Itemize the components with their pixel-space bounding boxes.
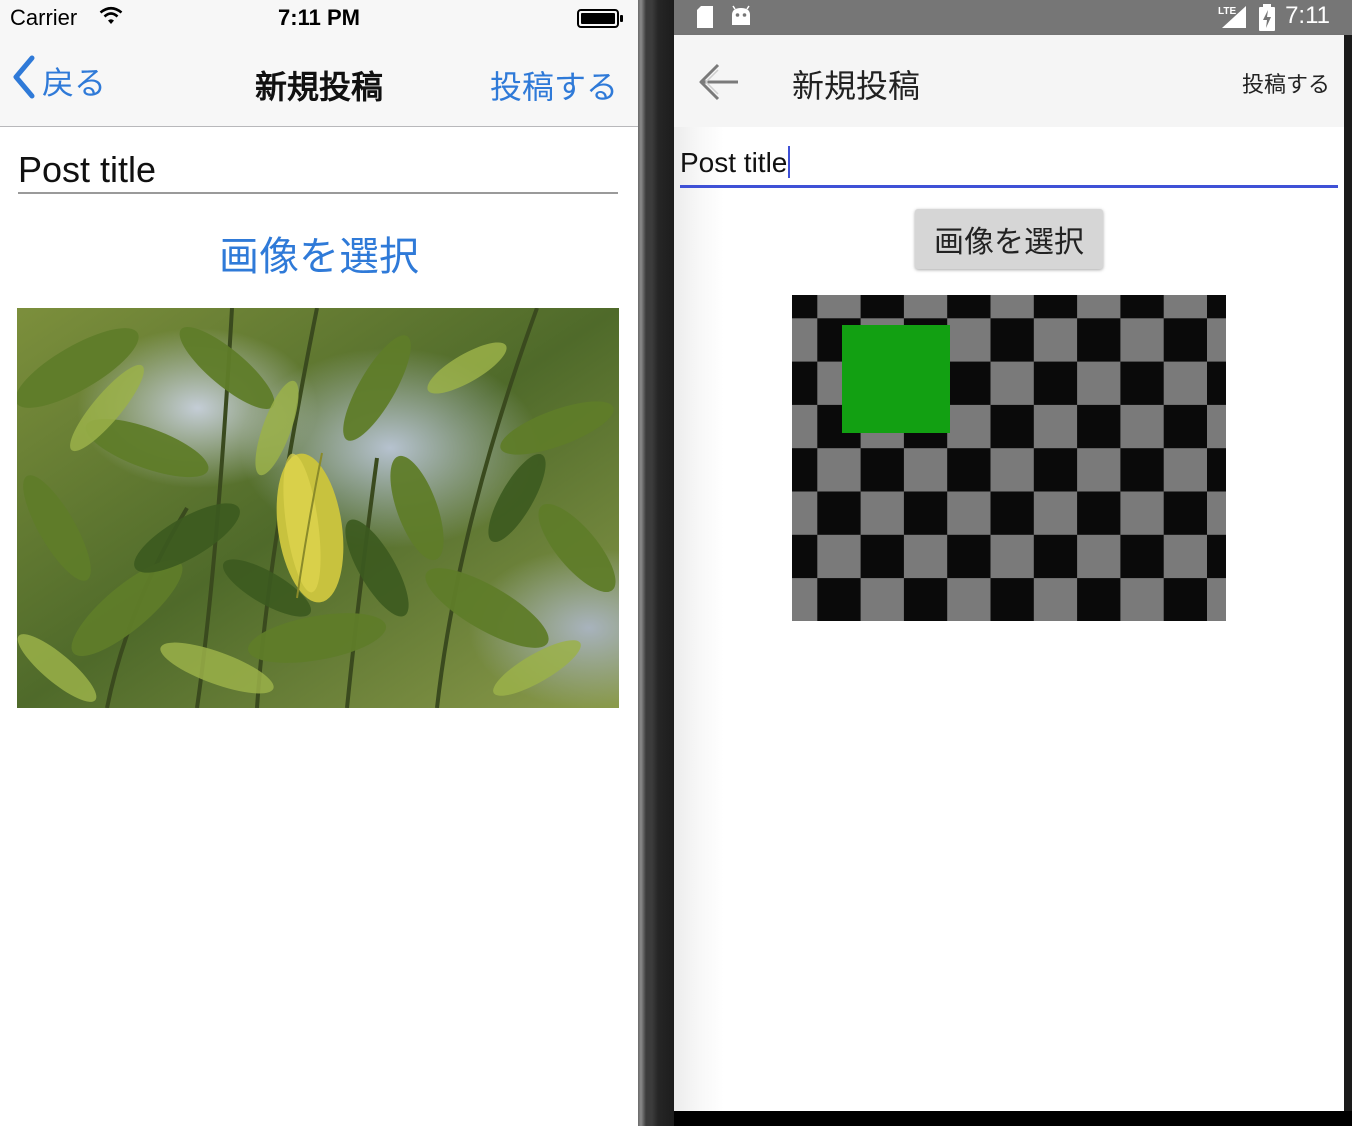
android-toolbar: 新規投稿 投稿する	[674, 35, 1344, 127]
lte-signal-icon: LTE	[1218, 4, 1248, 34]
select-image-button[interactable]: 画像を選択	[915, 209, 1103, 269]
android-robot-icon	[730, 5, 752, 31]
placeholder-checkerboard-image	[774, 275, 1251, 622]
android-clock: 7:11	[1285, 2, 1330, 29]
toolbar-post-button[interactable]: 投稿する	[1242, 67, 1330, 99]
battery-icon	[577, 9, 623, 28]
android-bottom-bar	[674, 1111, 1352, 1126]
select-image-button[interactable]: 画像を選択	[0, 224, 638, 282]
ios-status-bar: Carrier 7:11 PM	[0, 0, 638, 38]
ios-navigation-bar: 戻る 新規投稿 投稿する	[0, 38, 638, 127]
android-status-bar: LTE 7:11	[674, 0, 1352, 35]
ios-screen: Carrier 7:11 PM 戻る 新規投稿 投稿する 画像	[0, 0, 638, 1126]
post-title-edittext[interactable]: Post title	[680, 143, 1338, 188]
post-button[interactable]: 投稿する	[490, 62, 618, 108]
android-content: Post title 画像を選択	[674, 127, 1344, 1111]
post-title-value: Post title	[680, 147, 788, 178]
android-screen: LTE 7:11 新規投稿 投稿する Post title 画像を選択	[674, 0, 1352, 1126]
toolbar-title: 新規投稿	[792, 67, 921, 105]
back-arrow-icon[interactable]	[696, 59, 742, 105]
android-frame-edge	[1344, 35, 1352, 1126]
post-title-input[interactable]	[18, 148, 618, 194]
battery-charging-icon	[1258, 4, 1276, 36]
device-divider	[638, 0, 674, 1126]
sd-card-icon	[696, 5, 714, 33]
lte-label: LTE	[1218, 6, 1236, 17]
ios-clock: 7:11 PM	[278, 5, 360, 30]
text-caret	[788, 146, 791, 178]
selected-photo	[17, 308, 619, 708]
